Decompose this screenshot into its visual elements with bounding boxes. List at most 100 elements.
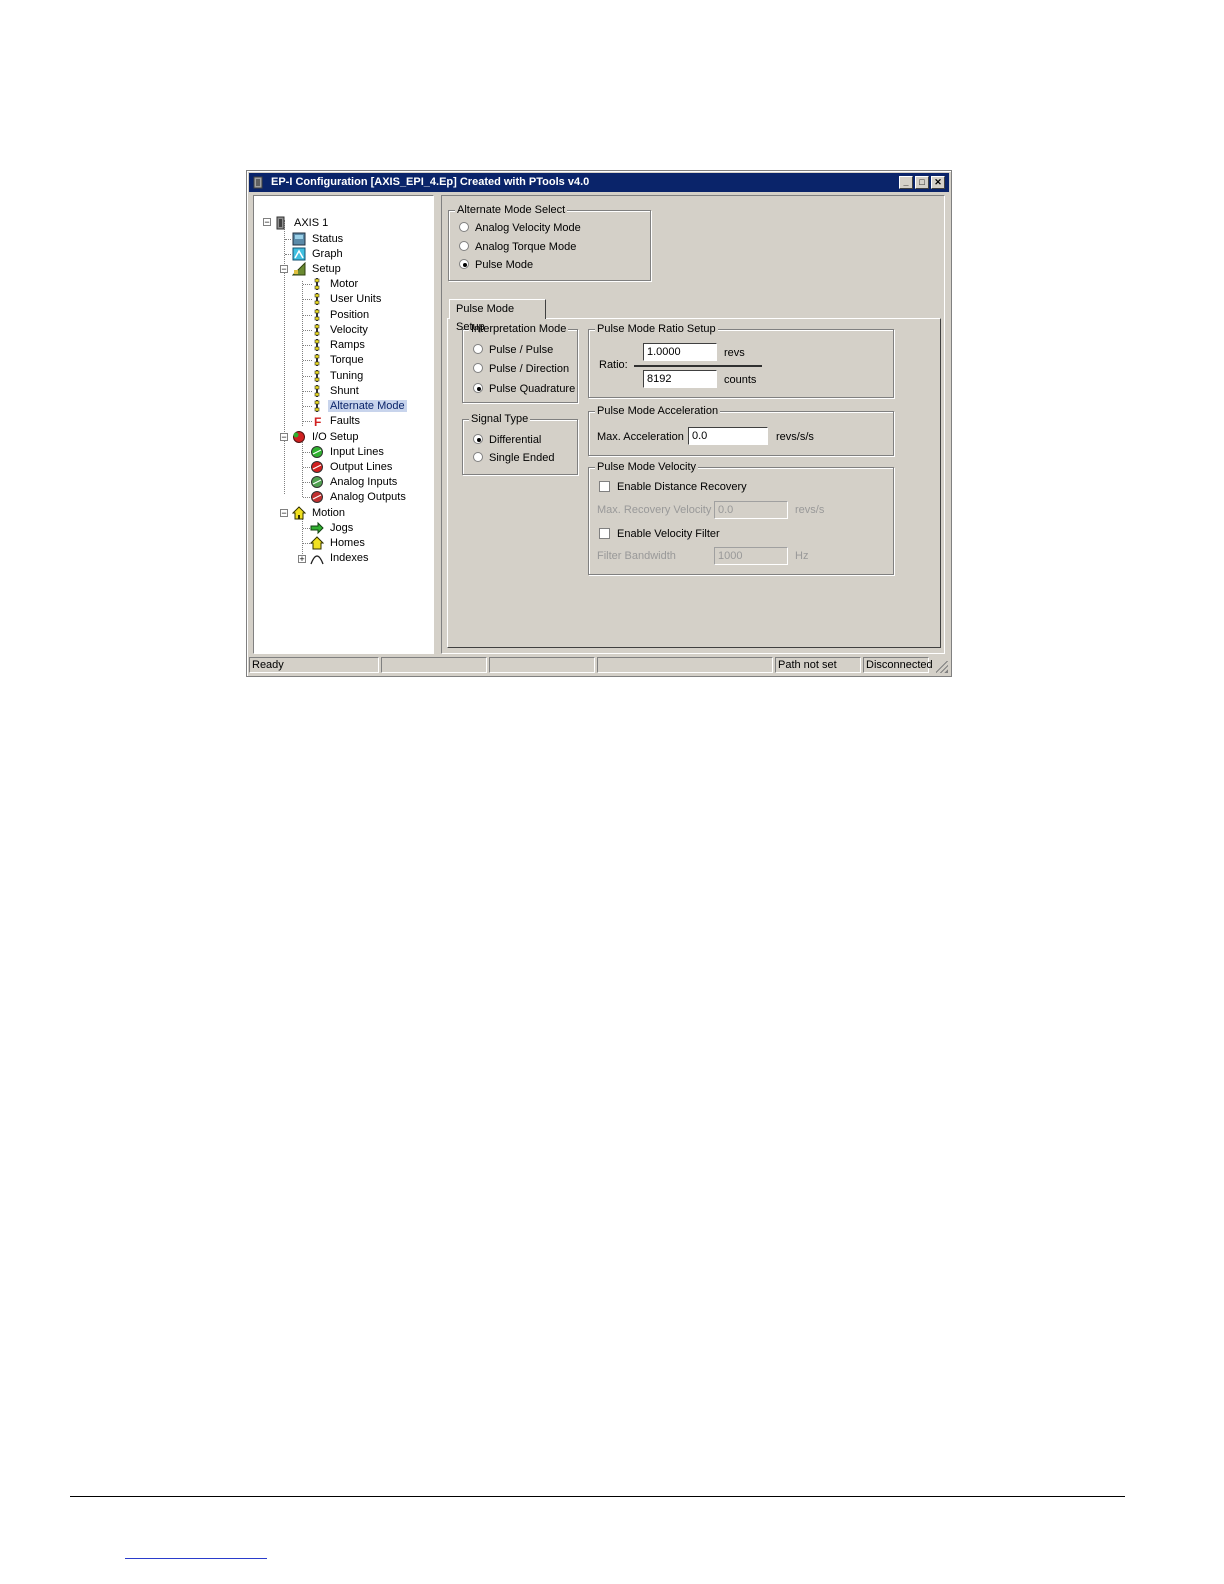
tree-item-input-lines[interactable]: Input Lines — [311, 445, 386, 459]
tree-item-graph[interactable]: Graph — [292, 247, 345, 261]
ratio-label: Ratio: — [599, 359, 628, 371]
alternate-mode-setting-icon — [314, 400, 320, 412]
page-footer-link[interactable] — [125, 1558, 267, 1559]
tree-item-shunt[interactable]: Shunt — [314, 384, 361, 398]
collapse-axis-toggle[interactable]: − — [263, 218, 271, 227]
app-icon — [253, 176, 263, 189]
pane-splitter[interactable] — [435, 195, 440, 654]
tree-item-indexes[interactable]: Indexes — [310, 551, 371, 565]
radio-circle-selected — [459, 259, 469, 269]
graph-icon — [292, 247, 306, 261]
homes-icon — [310, 536, 324, 550]
tree-connector — [302, 281, 303, 426]
tree-item-motor[interactable]: Motor — [314, 277, 360, 291]
filter-bandwidth-input[interactable]: 1000 — [714, 547, 788, 565]
ramps-setting-icon — [314, 339, 320, 351]
tree-item-tuning[interactable]: Tuning — [314, 369, 365, 383]
pulse-mode-setup-panel: Interpretation Mode Pulse / Pulse Pulse … — [447, 318, 941, 648]
pulse-mode-ratio-setup-group: Pulse Mode Ratio Setup Ratio: 1.0000 rev… — [588, 322, 894, 398]
axis-icon — [276, 216, 285, 230]
status-icon — [292, 232, 306, 246]
status-pane-empty — [381, 657, 487, 673]
tree-item-analog-outputs[interactable]: Analog Outputs — [311, 490, 408, 504]
max-acceleration-input[interactable]: 0.0 — [688, 427, 768, 445]
expand-indexes-toggle[interactable]: + — [298, 555, 306, 564]
alternate-mode-select-group: Alternate Mode Select Analog Velocity Mo… — [448, 203, 651, 281]
pulse-mode-acceleration-group: Pulse Mode Acceleration Max. Acceleratio… — [588, 404, 894, 456]
tree-item-ramps[interactable]: Ramps — [314, 338, 367, 352]
filter-bandwidth-label: Filter Bandwidth — [597, 550, 676, 562]
tree-item-output-lines[interactable]: Output Lines — [311, 460, 394, 474]
denominator-unit: counts — [724, 374, 757, 386]
io-setup-icon — [293, 431, 305, 443]
status-pane-empty — [489, 657, 595, 673]
tree-item-homes[interactable]: Homes — [310, 536, 367, 550]
ratio-denominator-input[interactable]: 8192 — [643, 370, 717, 388]
signal-type-title: Signal Type — [469, 412, 531, 426]
status-connection: Disconnected — [863, 657, 933, 673]
collapse-setup-toggle[interactable]: − — [280, 265, 288, 274]
title-bar[interactable]: EP-I Configuration [AXIS_EPI_4.Ep] Creat… — [249, 173, 949, 192]
jogs-arrow-icon — [310, 521, 324, 535]
velocity-title: Pulse Mode Velocity — [595, 460, 699, 474]
acceleration-unit: revs/s/s — [776, 431, 814, 443]
tree-item-jogs[interactable]: Jogs — [310, 521, 355, 535]
pulse-mode-velocity-group: Pulse Mode Velocity Enable Distance Reco… — [588, 460, 894, 575]
tree-item-analog-inputs[interactable]: Analog Inputs — [311, 475, 399, 489]
radio-circle — [473, 344, 483, 354]
numerator-unit: revs — [724, 347, 745, 359]
minimize-button[interactable]: _ — [899, 176, 913, 189]
faults-icon: F — [314, 415, 321, 428]
max-recovery-velocity-input[interactable]: 0.0 — [714, 501, 788, 519]
radio-circle — [473, 452, 483, 462]
status-bar: Ready Path not set Disconnected — [249, 657, 949, 674]
radio-circle — [459, 222, 469, 232]
tree-item-setup[interactable]: Setup — [292, 262, 343, 276]
tree-item-status[interactable]: Status — [292, 232, 345, 246]
tree-item-motion[interactable]: Motion — [292, 506, 347, 520]
user-units-setting-icon — [314, 293, 320, 306]
tree-item-faults[interactable]: F Faults — [314, 414, 362, 428]
navigation-tree[interactable]: − AXIS 1 Status Graph − Setup − I/O Setu… — [253, 195, 434, 654]
tree-item-alternate-mode[interactable]: Alternate Mode — [314, 399, 407, 413]
ratio-numerator-input[interactable]: 1.0000 — [643, 343, 717, 361]
output-lines-icon — [311, 461, 323, 473]
radio-circle — [473, 363, 483, 373]
ratio-setup-title: Pulse Mode Ratio Setup — [595, 322, 718, 336]
velocity-setting-icon — [314, 323, 320, 336]
motion-icon — [292, 506, 306, 520]
tree-item-velocity[interactable]: Velocity — [314, 323, 370, 337]
tab-pulse-mode-setup[interactable]: Pulse Mode Setup — [449, 299, 546, 333]
tree-item-io-setup[interactable]: I/O Setup — [293, 430, 360, 444]
collapse-motion-toggle[interactable]: − — [280, 509, 288, 518]
signal-type-group: Signal Type Differential Single Ended — [462, 412, 578, 475]
radio-circle — [459, 241, 469, 251]
input-lines-icon — [311, 446, 323, 458]
analog-outputs-icon — [311, 491, 323, 503]
analog-inputs-icon — [311, 476, 323, 488]
tuning-setting-icon — [314, 369, 320, 382]
tree-item-user-units[interactable]: User Units — [314, 292, 383, 306]
tree-item-position[interactable]: Position — [314, 308, 371, 322]
resize-grip-icon[interactable] — [936, 661, 948, 673]
tree-item-torque[interactable]: Torque — [314, 353, 366, 367]
tree-item-axis[interactable]: AXIS 1 — [276, 216, 330, 230]
checkbox-box — [599, 528, 610, 539]
ratio-divider — [634, 365, 762, 367]
filter-bandwidth-unit: Hz — [795, 550, 809, 562]
collapse-io-setup-toggle[interactable]: − — [280, 433, 288, 442]
interpretation-mode-group: Interpretation Mode Pulse / Pulse Pulse … — [462, 322, 578, 403]
shunt-setting-icon — [314, 384, 320, 397]
tree-connector — [302, 518, 303, 558]
maximize-button[interactable]: □ — [915, 176, 929, 189]
radio-circle-selected — [473, 383, 483, 393]
setup-icon — [292, 262, 306, 276]
settings-pane: Alternate Mode Select Analog Velocity Mo… — [441, 195, 945, 654]
page-footer-rule — [70, 1496, 1125, 1497]
max-recovery-unit: revs/s — [795, 504, 825, 516]
torque-setting-icon — [314, 354, 320, 367]
close-button[interactable]: ✕ — [931, 176, 945, 189]
status-ready: Ready — [249, 657, 379, 673]
tree-connector — [302, 442, 303, 497]
max-recovery-velocity-label: Max. Recovery Velocity — [597, 504, 712, 516]
